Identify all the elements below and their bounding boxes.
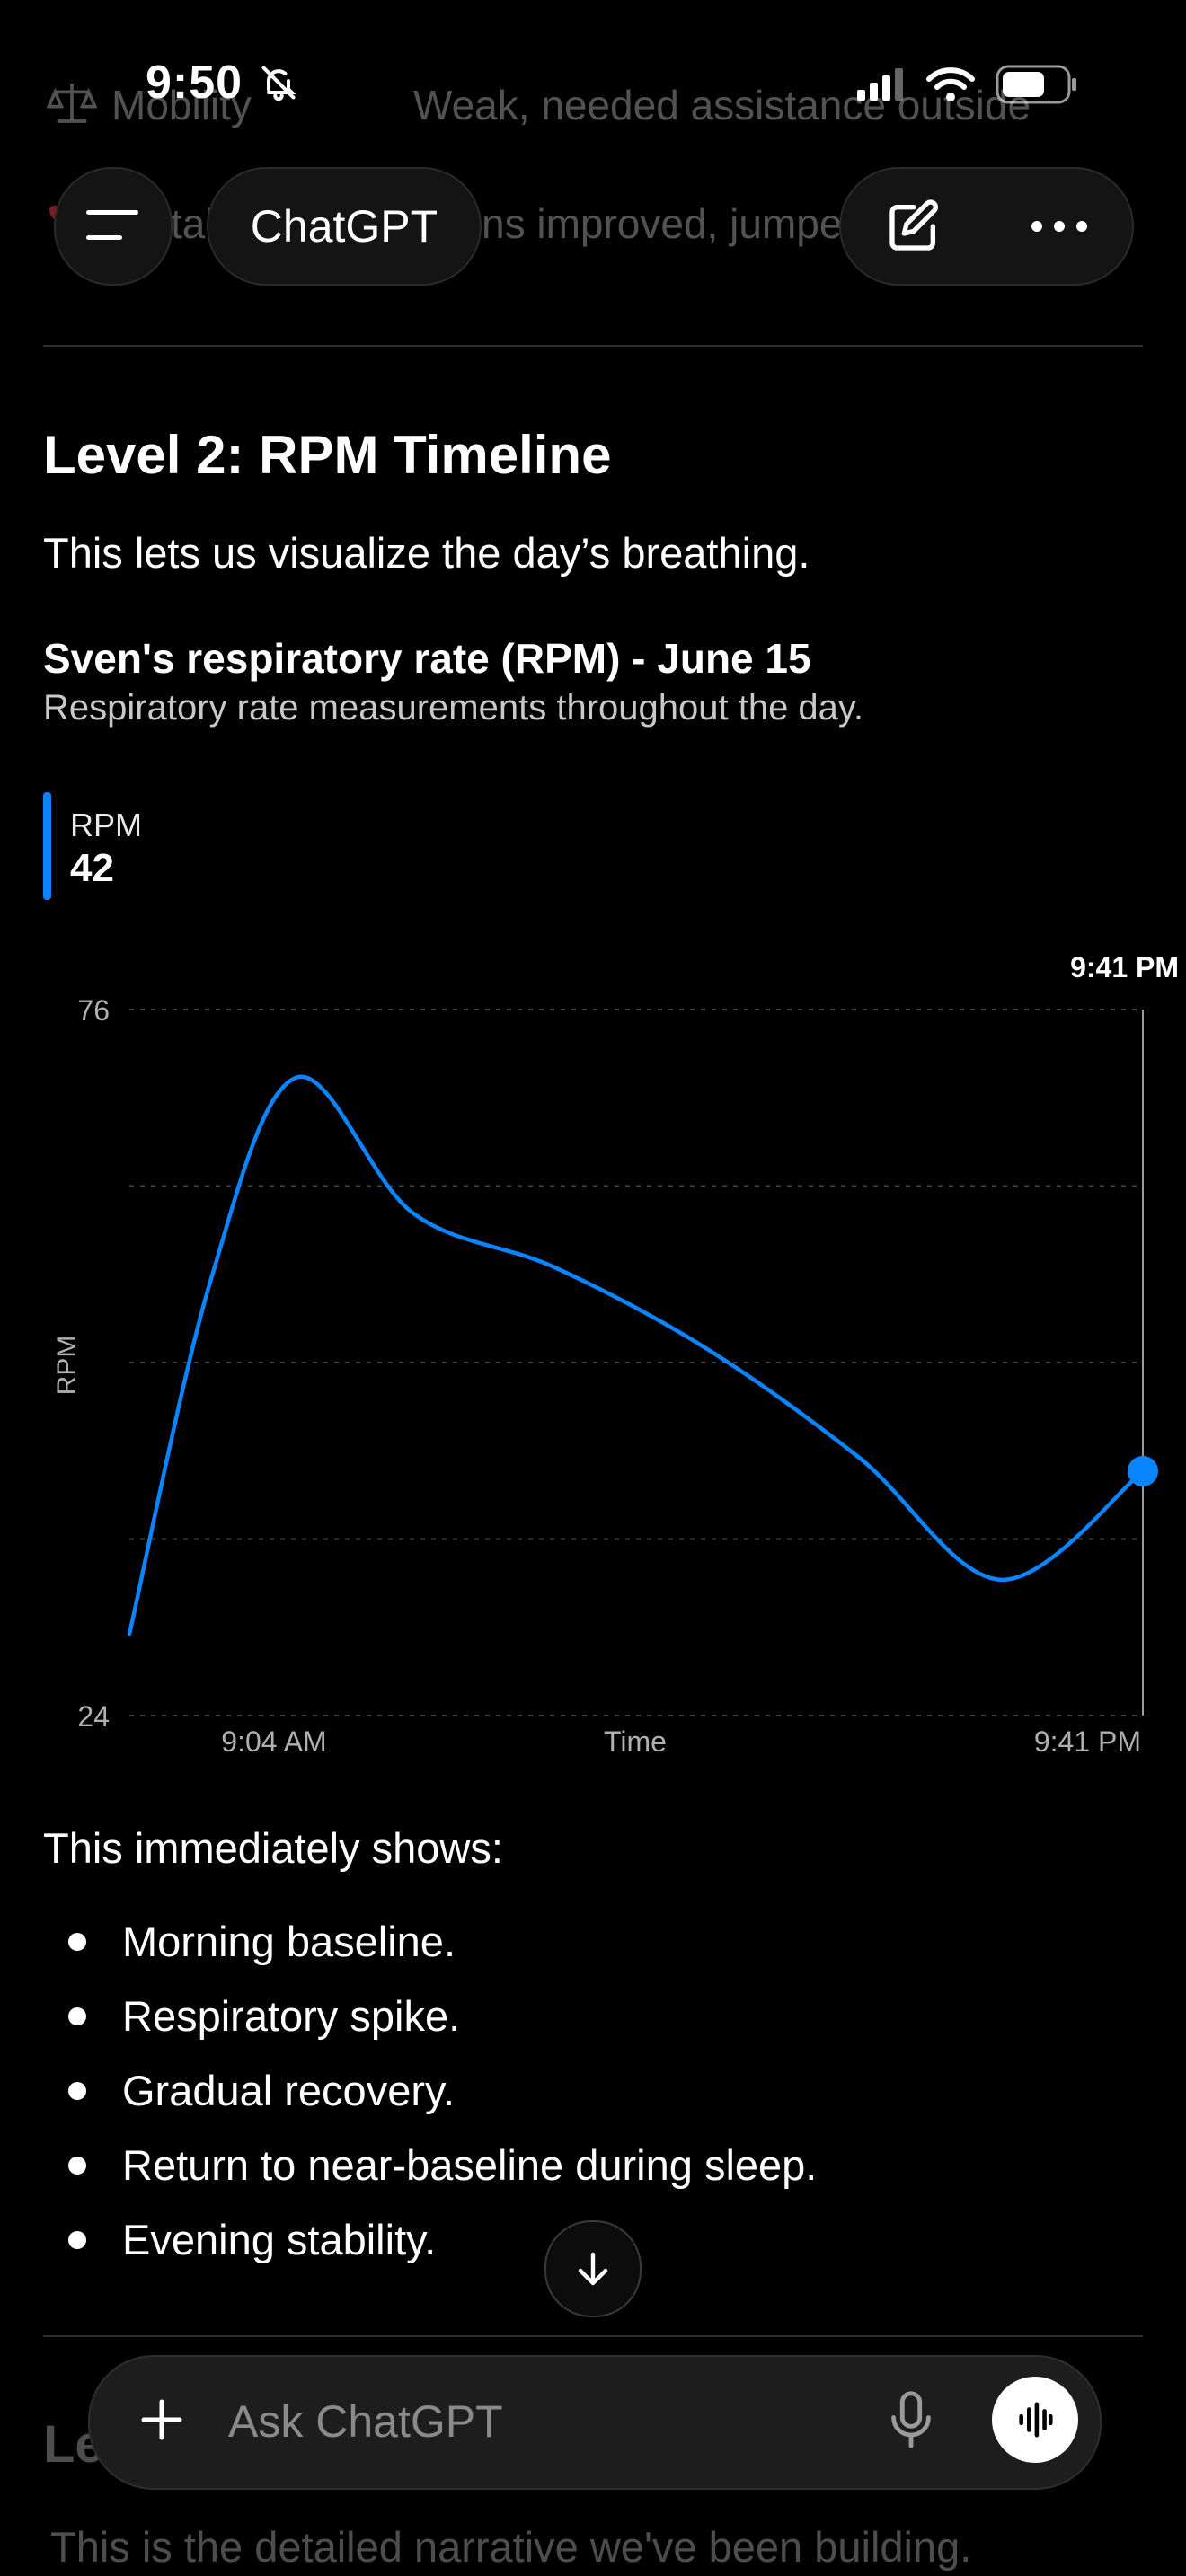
chart-cursor-point (1128, 1455, 1158, 1486)
y-axis-label: RPM (52, 1336, 82, 1396)
summary-list: Morning baseline. Respiratory spike. Gra… (43, 1904, 817, 2277)
bell-slash-icon (259, 63, 298, 107)
bg-row2-value: ns improved, jumpe (482, 200, 843, 247)
more-icon (1031, 221, 1087, 232)
list-item: Return to near-baseline during sleep. (43, 2128, 817, 2202)
voice-mode-button[interactable] (992, 2377, 1078, 2463)
x-axis-label: Time (604, 1725, 667, 1758)
legend-series-name: RPM (70, 807, 142, 843)
dictation-button[interactable] (884, 2389, 938, 2455)
scroll-to-bottom-button[interactable] (544, 2220, 642, 2317)
menu-icon (86, 210, 138, 240)
chart-subtitle: Respiratory rate measurements throughout… (43, 688, 864, 728)
more-options-button[interactable] (1030, 219, 1089, 234)
menu-button[interactable] (54, 167, 173, 286)
summary-lead: This immediately shows: (43, 1824, 503, 1872)
divider-bottom (43, 2335, 1143, 2337)
y-tick-label-bottom: 24 (77, 1700, 110, 1733)
y-tick-label-top: 76 (77, 994, 110, 1027)
add-attachment-button[interactable] (135, 2393, 189, 2451)
arrow-down-icon (578, 2252, 608, 2286)
list-item: Gradual recovery. (43, 2053, 817, 2128)
chart-grid (129, 1009, 1143, 1716)
section-intro: This lets us visualize the day’s breathi… (43, 529, 810, 577)
list-item: Evening stability. (43, 2202, 817, 2277)
list-item: Morning baseline. (43, 1904, 817, 1979)
legend-value: 42 (70, 846, 114, 890)
list-item: Respiratory spike. (43, 1979, 817, 2053)
plus-icon (141, 2399, 182, 2440)
new-chat-button[interactable] (885, 198, 943, 255)
legend-swatch (43, 792, 51, 900)
chat-title-button[interactable]: ChatGPT (207, 167, 482, 286)
divider-top (43, 345, 1143, 347)
next-section-text: This is the detailed narrative we've bee… (50, 2523, 972, 2571)
message-input[interactable] (226, 2387, 841, 2456)
rpm-chart[interactable]: 76 24 RPM 9:04 AM Time 9:41 PM 9:41 PM (0, 934, 1186, 1796)
edit-icon (889, 199, 938, 251)
voice-wave-icon (1019, 2402, 1053, 2438)
chart-title: Sven's respiratory rate (RPM) - June 15 (43, 635, 811, 682)
chart-series-line-rpm (127, 1074, 1146, 1636)
x-tick-label-start: 9:04 AM (221, 1725, 326, 1758)
cursor-time-label: 9:41 PM (1070, 951, 1179, 984)
mic-icon (891, 2391, 931, 2448)
section-heading: Level 2: RPM Timeline (43, 425, 612, 485)
bg-row1-value: Weak, needed assistance outside (413, 82, 1031, 128)
bg-row1-label: Mobility (111, 82, 252, 128)
header-actions (839, 167, 1134, 286)
x-tick-label-end: 9:41 PM (1034, 1725, 1141, 1758)
scale-icon (46, 79, 98, 130)
